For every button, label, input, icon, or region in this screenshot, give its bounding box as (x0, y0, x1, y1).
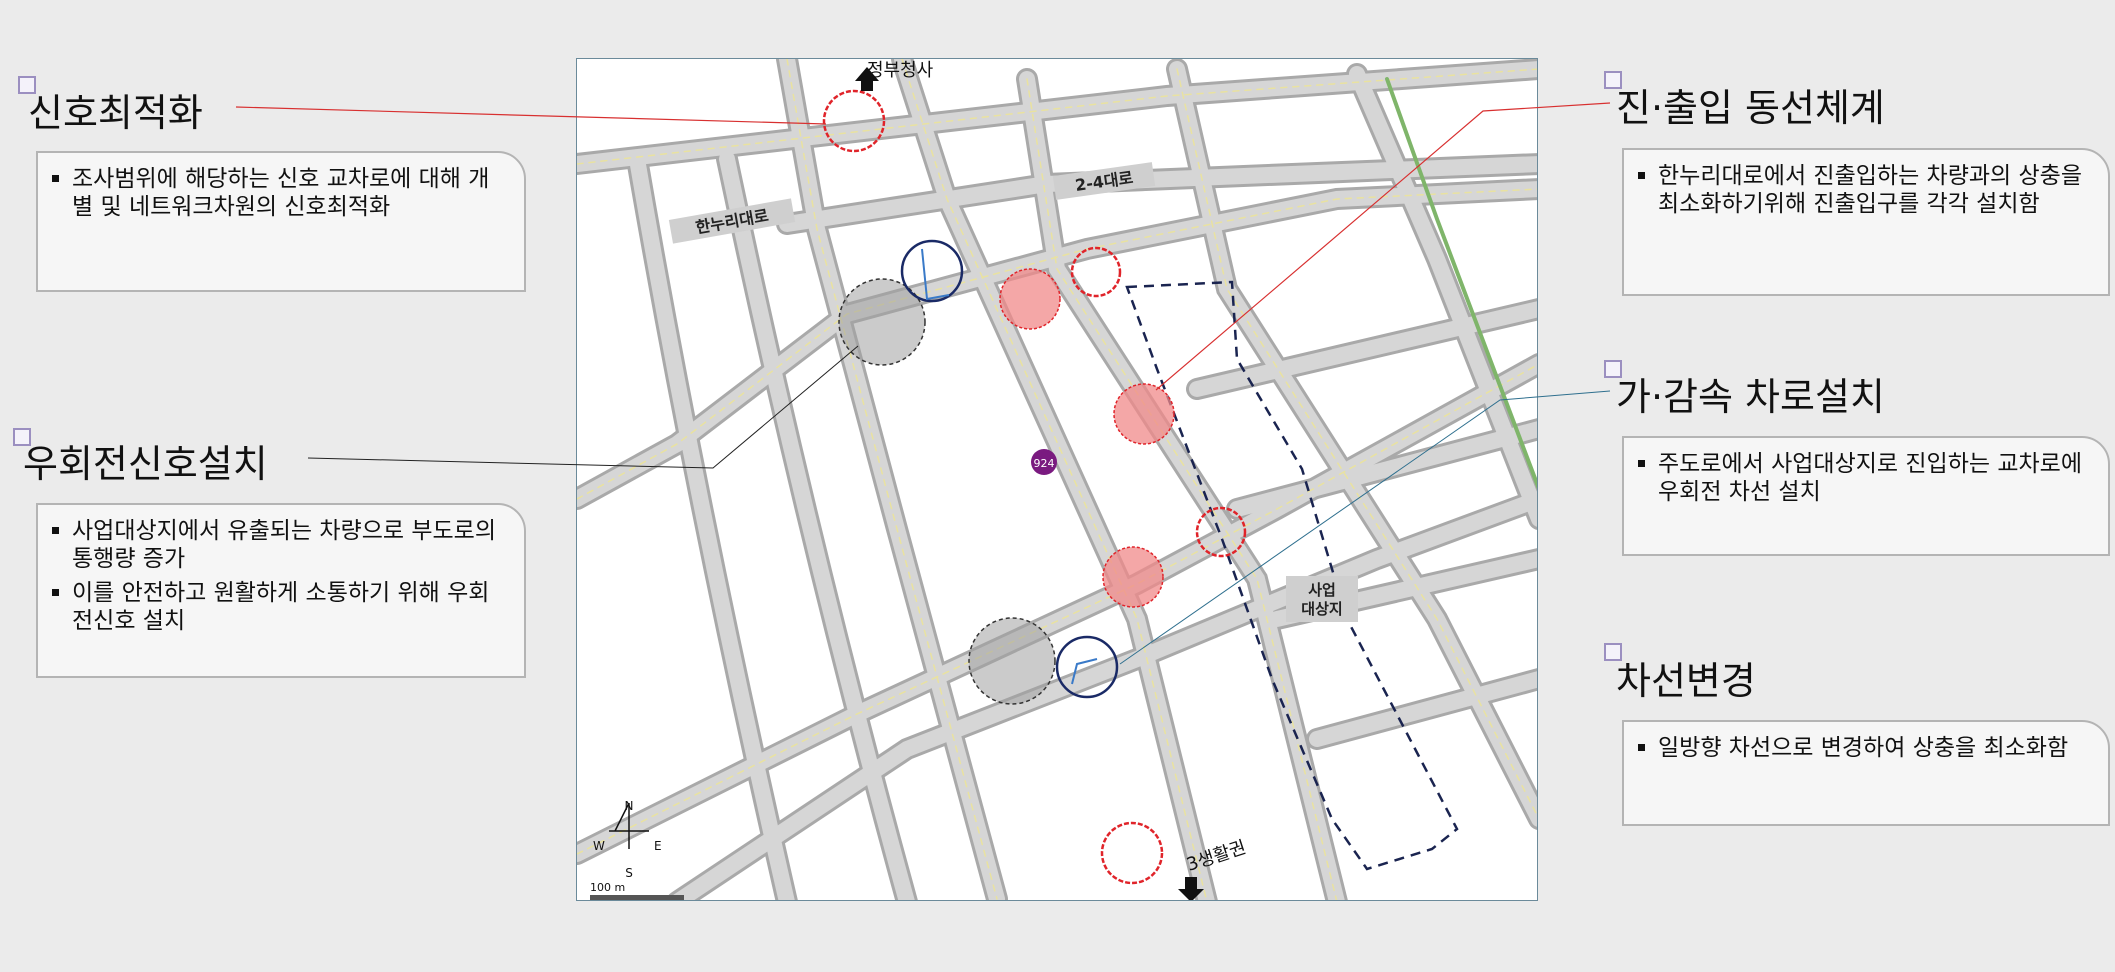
section-box-accel-decel-lane: 주도로에서 사업대상지로 진입하는 교차로에 우회전 차선 설치 (1622, 436, 2110, 556)
section-title-lane-change: 차선변경 (1616, 659, 1756, 703)
scale-label: 100 m (590, 881, 625, 894)
compass-w: W (593, 839, 605, 853)
section-box-right-turn-signal: 사업대상지에서 유출되는 차량으로 부도로의 통행량 증가 이를 안전하고 원활… (36, 503, 526, 678)
section-box-access-circulation: 한누리대로에서 진출입하는 차량과의 상충을 최소화하기위해 진출입구를 각각 … (1622, 148, 2110, 296)
section-box-lane-change: 일방향 차선으로 변경하여 상충을 최소화함 (1622, 720, 2110, 826)
access-point-circle (999, 268, 1061, 330)
bullet-item: 한누리대로에서 진출입하는 차량과의 상충을 최소화하기위해 진출입구를 각각 … (1638, 162, 2094, 218)
section-title-access-circulation: 진·출입 동선체계 (1616, 86, 1885, 130)
gray-intersection-circle (968, 617, 1056, 705)
site-label-line1: 사업 (1308, 581, 1336, 599)
access-point-circle (1113, 383, 1175, 445)
bullet-item: 사업대상지에서 유출되는 차량으로 부도로의 통행량 증가 (52, 517, 510, 573)
compass-e: E (654, 839, 662, 853)
arrow-top-label: 정부청사 (867, 60, 934, 81)
section-title-signal-optimization: 신호최적화 (28, 91, 203, 135)
section-title-accel-decel-lane: 가·감속 차로설치 (1616, 375, 1885, 419)
bullet-item: 주도로에서 사업대상지로 진입하는 교차로에 우회전 차선 설치 (1638, 450, 2094, 506)
section-title-right-turn-signal: 우회전신호설치 (23, 442, 268, 486)
bullet-item: 일방향 차선으로 변경하여 상충을 최소화함 (1638, 734, 2094, 762)
road-label-2-4: 2-4대로 (1052, 162, 1156, 200)
bullet-item: 이를 안전하고 원활하게 소통하기 위해 우회전신호 설치 (52, 579, 510, 635)
bullet-item: 조사범위에 해당하는 신호 교차로에 대해 개별 및 네트워크차원의 신호최적화 (52, 165, 510, 221)
map-canvas: 한누리대로 2-4대로 사업 대상지 924 정부청사 3생활권 N S E W… (577, 59, 1537, 900)
site-label-line2: 대상지 (1301, 600, 1342, 618)
map-marker-label: 924 (1034, 457, 1055, 470)
access-point-circle (1102, 546, 1164, 608)
traffic-map: 한누리대로 2-4대로 사업 대상지 924 정부청사 3생활권 N S E W… (576, 58, 1538, 901)
compass-s: S (625, 866, 633, 880)
scale-bar (590, 895, 684, 900)
section-box-signal-optimization: 조사범위에 해당하는 신호 교차로에 대해 개별 및 네트워크차원의 신호최적화 (36, 151, 526, 292)
signal-optimization-circle (1100, 821, 1164, 885)
compass-n: N (625, 799, 634, 813)
